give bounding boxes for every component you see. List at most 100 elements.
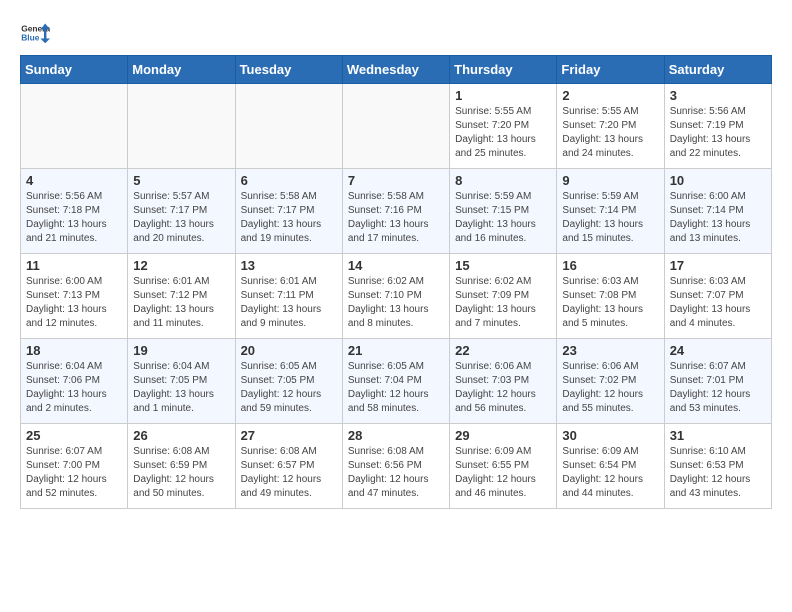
day-number: 7 (348, 173, 444, 188)
day-number: 2 (562, 88, 658, 103)
day-number: 27 (241, 428, 337, 443)
day-info: Sunrise: 6:02 AM Sunset: 7:10 PM Dayligh… (348, 275, 444, 331)
day-info: Sunrise: 5:58 AM Sunset: 7:16 PM Dayligh… (348, 190, 444, 246)
weekday-header-sunday: Sunday (21, 56, 128, 84)
calendar-cell: 7 Sunrise: 5:58 AM Sunset: 7:16 PM Daylig… (342, 169, 449, 254)
day-number: 23 (562, 343, 658, 358)
day-number: 16 (562, 258, 658, 273)
calendar-cell: 10 Sunrise: 6:00 AM Sunset: 7:14 PM Dayli… (664, 169, 771, 254)
day-info: Sunrise: 6:00 AM Sunset: 7:13 PM Dayligh… (26, 275, 122, 331)
calendar-cell: 16 Sunrise: 6:03 AM Sunset: 7:08 PM Dayli… (557, 254, 664, 339)
day-number: 13 (241, 258, 337, 273)
day-number: 21 (348, 343, 444, 358)
day-info: Sunrise: 5:57 AM Sunset: 7:17 PM Dayligh… (133, 190, 229, 246)
calendar-cell: 1 Sunrise: 5:55 AM Sunset: 7:20 PM Daylig… (450, 84, 557, 169)
calendar-cell: 5Sunrise: 5:57 AM Sunset: 7:17 PM Daylig… (128, 169, 235, 254)
calendar-cell: 9 Sunrise: 5:59 AM Sunset: 7:14 PM Daylig… (557, 169, 664, 254)
day-number: 25 (26, 428, 122, 443)
day-number: 20 (241, 343, 337, 358)
logo: General Blue (20, 20, 50, 45)
calendar-cell (342, 84, 449, 169)
calendar-cell: 3 Sunrise: 5:56 AM Sunset: 7:19 PM Daylig… (664, 84, 771, 169)
calendar-cell: 14 Sunrise: 6:02 AM Sunset: 7:10 PM Dayli… (342, 254, 449, 339)
calendar-cell: 21 Sunrise: 6:05 AM Sunset: 7:04 PM Dayli… (342, 339, 449, 424)
calendar-cell: 27 Sunrise: 6:08 AM Sunset: 6:57 PM Dayli… (235, 424, 342, 509)
calendar-week-row: 25 Sunrise: 6:07 AM Sunset: 7:00 PM Dayli… (21, 424, 772, 509)
calendar-cell: 13 Sunrise: 6:01 AM Sunset: 7:11 PM Dayli… (235, 254, 342, 339)
day-number: 15 (455, 258, 551, 273)
day-info: Sunrise: 5:55 AM Sunset: 7:20 PM Dayligh… (455, 105, 551, 161)
calendar-cell: 15 Sunrise: 6:02 AM Sunset: 7:09 PM Dayli… (450, 254, 557, 339)
logo-icon: General Blue (20, 20, 50, 45)
day-number: 17 (670, 258, 766, 273)
day-info: Sunrise: 6:03 AM Sunset: 7:07 PM Dayligh… (670, 275, 766, 331)
day-info: Sunrise: 5:56 AM Sunset: 7:18 PM Dayligh… (26, 190, 122, 246)
page-header: General Blue (20, 20, 772, 45)
weekday-header-friday: Friday (557, 56, 664, 84)
day-info: Sunrise: 6:08 AM Sunset: 6:59 PM Dayligh… (133, 445, 229, 501)
calendar-cell: 24 Sunrise: 6:07 AM Sunset: 7:01 PM Dayli… (664, 339, 771, 424)
svg-text:Blue: Blue (21, 32, 40, 42)
day-info: Sunrise: 6:08 AM Sunset: 6:57 PM Dayligh… (241, 445, 337, 501)
calendar-cell: 19 Sunrise: 6:04 AM Sunset: 7:05 PM Dayli… (128, 339, 235, 424)
calendar-table: SundayMondayTuesdayWednesdayThursdayFrid… (20, 55, 772, 509)
weekday-header-thursday: Thursday (450, 56, 557, 84)
day-number: 6 (241, 173, 337, 188)
day-number: 28 (348, 428, 444, 443)
calendar-cell: 8 Sunrise: 5:59 AM Sunset: 7:15 PM Daylig… (450, 169, 557, 254)
day-number: 3 (670, 88, 766, 103)
day-info: Sunrise: 6:06 AM Sunset: 7:02 PM Dayligh… (562, 360, 658, 416)
day-info: Sunrise: 6:05 AM Sunset: 7:05 PM Dayligh… (241, 360, 337, 416)
day-info: Sunrise: 6:07 AM Sunset: 7:01 PM Dayligh… (670, 360, 766, 416)
day-info: Sunrise: 6:08 AM Sunset: 6:56 PM Dayligh… (348, 445, 444, 501)
day-info: Sunrise: 5:58 AM Sunset: 7:17 PM Dayligh… (241, 190, 337, 246)
calendar-cell: 28 Sunrise: 6:08 AM Sunset: 6:56 PM Dayli… (342, 424, 449, 509)
day-info: Sunrise: 6:10 AM Sunset: 6:53 PM Dayligh… (670, 445, 766, 501)
calendar-week-row: 4 Sunrise: 5:56 AM Sunset: 7:18 PM Daylig… (21, 169, 772, 254)
day-number: 1 (455, 88, 551, 103)
day-info: Sunrise: 5:59 AM Sunset: 7:15 PM Dayligh… (455, 190, 551, 246)
weekday-header-saturday: Saturday (664, 56, 771, 84)
calendar-week-row: 18Sunrise: 6:04 AM Sunset: 7:06 PM Dayli… (21, 339, 772, 424)
day-info: Sunrise: 6:06 AM Sunset: 7:03 PM Dayligh… (455, 360, 551, 416)
calendar-cell (235, 84, 342, 169)
day-info: Sunrise: 6:00 AM Sunset: 7:14 PM Dayligh… (670, 190, 766, 246)
calendar-cell: 12Sunrise: 6:01 AM Sunset: 7:12 PM Dayli… (128, 254, 235, 339)
calendar-cell (128, 84, 235, 169)
day-number: 4 (26, 173, 122, 188)
day-number: 24 (670, 343, 766, 358)
day-info: Sunrise: 5:56 AM Sunset: 7:19 PM Dayligh… (670, 105, 766, 161)
day-number: 26 (133, 428, 229, 443)
day-info: Sunrise: 6:05 AM Sunset: 7:04 PM Dayligh… (348, 360, 444, 416)
day-number: 10 (670, 173, 766, 188)
calendar-cell (21, 84, 128, 169)
calendar-cell: 4 Sunrise: 5:56 AM Sunset: 7:18 PM Daylig… (21, 169, 128, 254)
day-number: 22 (455, 343, 551, 358)
day-number: 14 (348, 258, 444, 273)
day-info: Sunrise: 6:01 AM Sunset: 7:11 PM Dayligh… (241, 275, 337, 331)
day-number: 9 (562, 173, 658, 188)
day-number: 18 (26, 343, 122, 358)
calendar-cell: 22 Sunrise: 6:06 AM Sunset: 7:03 PM Dayli… (450, 339, 557, 424)
calendar-cell: 20 Sunrise: 6:05 AM Sunset: 7:05 PM Dayli… (235, 339, 342, 424)
day-info: Sunrise: 6:03 AM Sunset: 7:08 PM Dayligh… (562, 275, 658, 331)
day-info: Sunrise: 5:59 AM Sunset: 7:14 PM Dayligh… (562, 190, 658, 246)
calendar-week-row: 1 Sunrise: 5:55 AM Sunset: 7:20 PM Daylig… (21, 84, 772, 169)
calendar-cell: 11 Sunrise: 6:00 AM Sunset: 7:13 PM Dayli… (21, 254, 128, 339)
calendar-cell: 31Sunrise: 6:10 AM Sunset: 6:53 PM Dayli… (664, 424, 771, 509)
day-number: 8 (455, 173, 551, 188)
calendar-cell: 23 Sunrise: 6:06 AM Sunset: 7:02 PM Dayli… (557, 339, 664, 424)
weekday-header-monday: Monday (128, 56, 235, 84)
calendar-cell: 18Sunrise: 6:04 AM Sunset: 7:06 PM Dayli… (21, 339, 128, 424)
calendar-week-row: 11 Sunrise: 6:00 AM Sunset: 7:13 PM Dayli… (21, 254, 772, 339)
day-number: 19 (133, 343, 229, 358)
day-info: Sunrise: 6:02 AM Sunset: 7:09 PM Dayligh… (455, 275, 551, 331)
calendar-cell: 2 Sunrise: 5:55 AM Sunset: 7:20 PM Daylig… (557, 84, 664, 169)
day-info: Sunrise: 5:55 AM Sunset: 7:20 PM Dayligh… (562, 105, 658, 161)
day-number: 29 (455, 428, 551, 443)
day-number: 12 (133, 258, 229, 273)
day-info: Sunrise: 6:07 AM Sunset: 7:00 PM Dayligh… (26, 445, 122, 501)
day-info: Sunrise: 6:04 AM Sunset: 7:05 PM Dayligh… (133, 360, 229, 416)
day-number: 11 (26, 258, 122, 273)
calendar-cell: 26 Sunrise: 6:08 AM Sunset: 6:59 PM Dayli… (128, 424, 235, 509)
